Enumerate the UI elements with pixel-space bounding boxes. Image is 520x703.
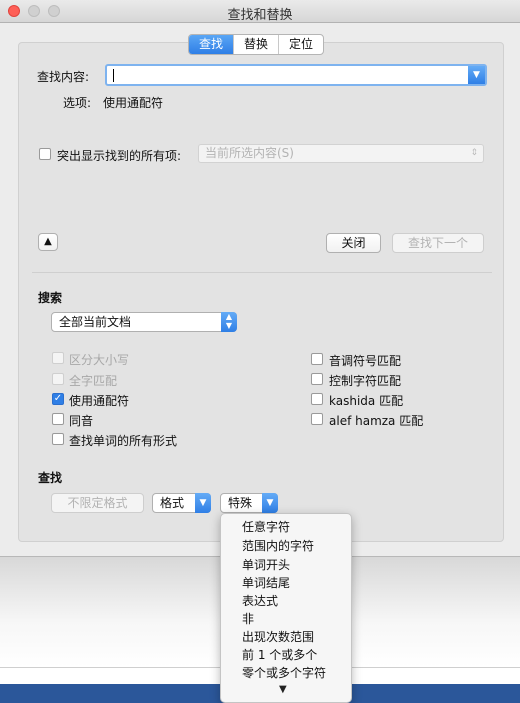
alef-hamza-label: alef hamza 匹配 — [329, 414, 424, 428]
all-word-forms-checkbox[interactable] — [52, 433, 64, 445]
up-down-arrows-icon: ▲ ▼ — [221, 312, 237, 332]
kashida-checkbox[interactable] — [311, 393, 323, 405]
find-next-button: 查找下一个 — [392, 233, 484, 253]
find-heading: 查找 — [38, 471, 63, 485]
control-chars-checkbox[interactable] — [311, 373, 323, 385]
chevron-down-icon: ▼ — [473, 70, 480, 80]
up-down-arrows-icon: ⇕ — [470, 148, 478, 158]
format-menu-button[interactable]: 格式 ▼ — [152, 493, 211, 513]
highlight-scope-select: 当前所选内容(S) ⇕ — [198, 144, 484, 163]
highlight-all-checkbox[interactable] — [39, 148, 51, 160]
collapse-button[interactable]: ▲ — [38, 233, 58, 251]
menu-item-num-occurrences[interactable]: 出现次数范围 — [242, 628, 314, 645]
chevron-down-icon: ▼ — [195, 493, 211, 513]
diacritics-checkbox[interactable] — [311, 353, 323, 365]
diacritics-label: 音调符号匹配 — [329, 354, 402, 368]
menu-item-any-character[interactable]: 任意字符 — [242, 518, 290, 535]
whole-words-label: 全字匹配 — [69, 374, 118, 388]
special-menu-button[interactable]: 特殊 ▼ — [220, 493, 278, 513]
kashida-label: kashida 匹配 — [329, 394, 404, 408]
search-scope-select[interactable]: 全部当前文档 ▲ ▼ — [51, 312, 237, 332]
use-wildcards-label: 使用通配符 — [69, 394, 130, 408]
find-history-dropdown[interactable]: ▼ — [468, 66, 485, 84]
highlight-all-label: 突出显示找到的所有项: — [57, 149, 182, 163]
match-case-checkbox — [52, 352, 64, 364]
chevron-down-icon: ▼ — [262, 493, 278, 513]
menu-item-end-of-word[interactable]: 单词结尾 — [242, 574, 290, 591]
match-case-label: 区分大小写 — [69, 353, 130, 367]
menu-item-previous-one-or-more[interactable]: 前 1 个或多个 — [242, 646, 317, 663]
menu-item-character-in-range[interactable]: 范围内的字符 — [242, 537, 314, 554]
text-caret — [113, 69, 114, 82]
whole-words-checkbox — [52, 373, 64, 385]
tab-bar: 查找 替换 定位 — [188, 34, 325, 55]
title-bar: 查找和替换 — [0, 0, 520, 23]
menu-item-expression[interactable]: 表达式 — [242, 592, 278, 609]
search-scope-value: 全部当前文档 — [59, 315, 132, 329]
menu-item-zero-or-more[interactable]: 零个或多个字符 — [242, 664, 326, 681]
menu-item-beginning-of-word[interactable]: 单词开头 — [242, 556, 290, 573]
tab-goto[interactable]: 定位 — [279, 35, 323, 54]
tab-panel — [18, 42, 504, 542]
menu-item-not[interactable]: 非 — [242, 610, 254, 627]
use-wildcards-checkbox[interactable]: ✓ — [52, 393, 64, 405]
options-value: 使用通配符 — [103, 96, 164, 110]
checkmark-icon: ✓ — [53, 393, 63, 404]
find-what-input[interactable]: ▼ — [105, 64, 487, 86]
scroll-down-arrow-icon[interactable]: ▼ — [279, 684, 287, 695]
chevron-up-icon: ▲ — [44, 236, 52, 247]
find-what-label: 查找内容: — [37, 70, 90, 84]
window-title: 查找和替换 — [227, 8, 293, 23]
tab-find[interactable]: 查找 — [189, 35, 235, 54]
close-button[interactable]: 关闭 — [326, 233, 381, 253]
all-word-forms-label: 查找单词的所有形式 — [69, 434, 178, 448]
divider — [32, 272, 492, 273]
special-label: 特殊 — [228, 496, 253, 510]
sounds-like-label: 同音 — [69, 414, 94, 428]
no-formatting-button: 不限定格式 — [51, 493, 144, 513]
options-label: 选项: — [63, 96, 92, 110]
highlight-scope-value: 当前所选内容(S) — [205, 146, 294, 160]
format-label: 格式 — [160, 496, 185, 510]
alef-hamza-checkbox[interactable] — [311, 413, 323, 425]
tab-replace[interactable]: 替换 — [234, 35, 280, 54]
sounds-like-checkbox[interactable] — [52, 413, 64, 425]
search-heading: 搜索 — [38, 291, 63, 305]
control-chars-label: 控制字符匹配 — [329, 374, 402, 388]
special-dropdown-menu: 任意字符 范围内的字符 单词开头 单词结尾 表达式 非 出现次数范围 前 1 个… — [220, 513, 352, 703]
